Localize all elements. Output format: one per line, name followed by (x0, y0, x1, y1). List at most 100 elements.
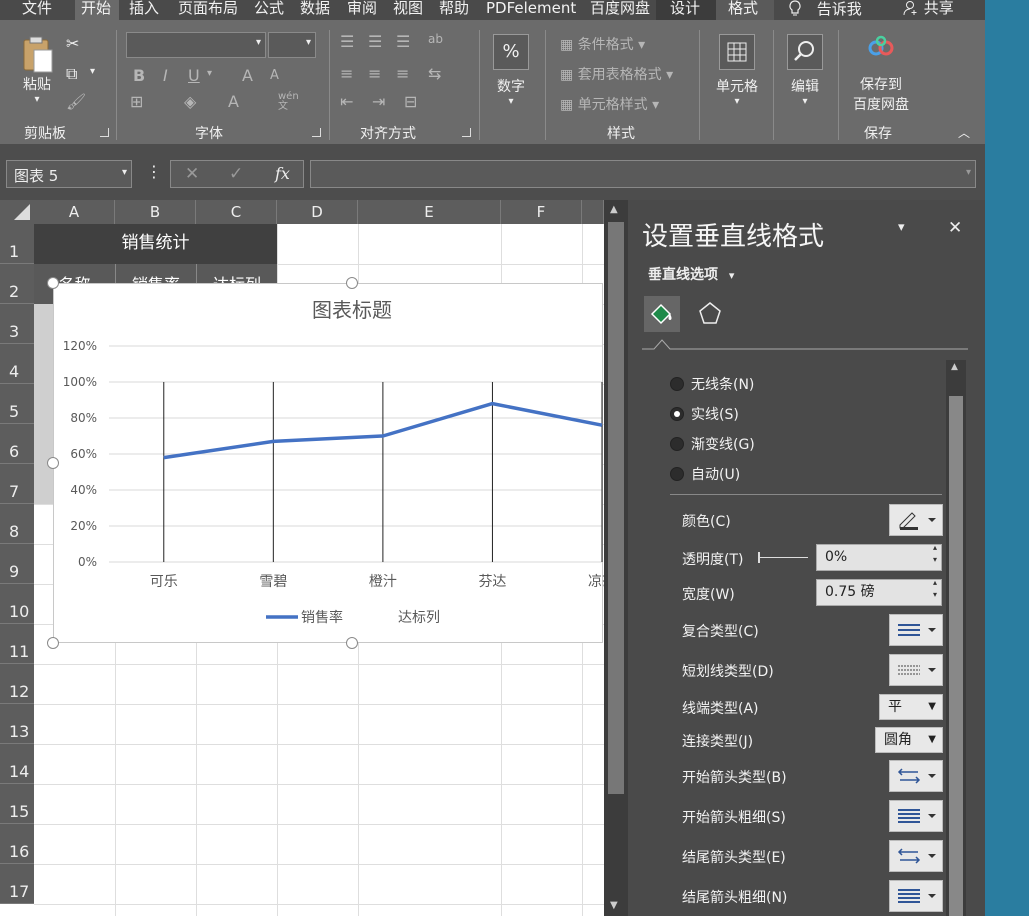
col-header-f[interactable]: F (501, 200, 582, 224)
tab-review[interactable]: 审阅 (347, 0, 377, 20)
radio-automatic[interactable] (670, 467, 684, 481)
name-box-dropdown-icon[interactable]: ▾ (122, 167, 127, 178)
font-name-box[interactable]: ▾ (126, 32, 266, 58)
vertical-scrollbar[interactable]: ▲ ▼ (604, 200, 628, 916)
tab-file[interactable]: 文件 (22, 0, 52, 20)
effects-tab[interactable] (694, 298, 726, 330)
resize-handle-top-left[interactable] (47, 277, 59, 289)
align-left-icon[interactable]: ≡ (340, 64, 353, 83)
increase-indent-icon[interactable]: ⇥ (372, 92, 385, 111)
row-header-17[interactable]: 17 (0, 864, 34, 904)
tab-home[interactable]: 开始 (75, 0, 119, 20)
row-header-3[interactable]: 3 (0, 304, 34, 344)
row-header-11[interactable]: 11 (0, 624, 34, 664)
more-options-icon[interactable]: ⋮ (146, 162, 162, 181)
transparency-spinner[interactable]: 0% ▴ ▾ (816, 543, 942, 571)
orientation-icon[interactable]: ab (428, 32, 443, 46)
wrap-text-icon[interactable]: ⇆ (428, 64, 441, 83)
row-header-8[interactable]: 8 (0, 504, 34, 544)
tab-format[interactable]: 格式 (716, 0, 774, 20)
row-header-9[interactable]: 9 (0, 544, 34, 584)
dash-type-button[interactable] (889, 654, 943, 686)
format-painter-icon[interactable]: 🖌 (66, 92, 86, 111)
chart-title[interactable]: 图表标题 (312, 298, 392, 322)
spinner-arrows-icon[interactable]: ▴ ▾ (933, 577, 937, 601)
resize-handle-bottom-left[interactable] (47, 637, 59, 649)
tab-help[interactable]: 帮助 (439, 0, 469, 20)
italic-icon[interactable]: I (163, 66, 168, 85)
bold-icon[interactable]: B (133, 66, 145, 85)
row-header-14[interactable]: 14 (0, 744, 34, 784)
phonetic-icon[interactable]: wén 文 (278, 92, 299, 112)
scroll-down-icon[interactable]: ▼ (610, 900, 618, 911)
border-icon[interactable]: ⊞ (130, 92, 143, 111)
number-format-button[interactable]: % 数字 ▾ (488, 34, 534, 107)
collapse-ribbon-icon[interactable]: ︿ (958, 124, 970, 141)
row-header-5[interactable]: 5 (0, 384, 34, 424)
row-header-15[interactable]: 15 (0, 784, 34, 824)
col-header-e[interactable]: E (358, 200, 501, 224)
grow-font-icon[interactable]: A (242, 66, 253, 85)
tab-baidu[interactable]: 百度网盘 (590, 0, 650, 20)
insert-function-icon[interactable]: fx (275, 164, 290, 183)
format-as-table-button[interactable]: ▦ 套用表格格式 ▾ (560, 64, 673, 84)
compound-type-button[interactable] (889, 614, 943, 646)
col-header-a[interactable]: A (34, 200, 115, 224)
row-header-4[interactable]: 4 (0, 344, 34, 384)
align-middle-icon[interactable]: ☰ (368, 32, 382, 51)
editing-button[interactable]: 编辑 ▾ (782, 34, 828, 107)
save-to-baidu-button[interactable]: 保存到 百度网盘 (846, 34, 916, 114)
name-box[interactable]: 图表 5 ▾ (6, 160, 132, 188)
width-spinner[interactable]: 0.75 磅 ▴ ▾ (816, 577, 942, 606)
alignment-launcher-icon[interactable] (462, 128, 471, 137)
row-header-2[interactable]: 2 (0, 264, 34, 304)
begin-arrow-type-button[interactable] (889, 760, 943, 792)
cut-icon[interactable]: ✂ (66, 34, 79, 53)
close-pane-icon[interactable]: ✕ (948, 218, 962, 238)
align-bottom-icon[interactable]: ☰ (396, 32, 410, 51)
radio-solid-line[interactable] (670, 407, 684, 421)
shrink-font-icon[interactable]: A (270, 68, 279, 83)
options-selector[interactable]: 垂直线选项 ▾ (648, 264, 734, 284)
row-header-13[interactable]: 13 (0, 704, 34, 744)
select-all-button[interactable] (0, 200, 34, 224)
radio-no-line[interactable] (670, 377, 684, 391)
tab-pdfelement[interactable]: PDFelement (486, 0, 576, 20)
paste-button[interactable]: 粘贴 ▾ (16, 34, 58, 105)
fill-line-tab[interactable] (644, 296, 680, 332)
tab-view[interactable]: 视图 (393, 0, 423, 20)
fill-color-icon[interactable]: ◈ (184, 92, 196, 111)
legend-label-target[interactable]: 达标列 (398, 610, 440, 626)
pane-scrollbar[interactable]: ▲ (946, 360, 966, 916)
col-header-b[interactable]: B (115, 200, 196, 224)
join-type-select[interactable]: 圆角 ▼ (875, 727, 943, 753)
row-header-12[interactable]: 12 (0, 664, 34, 704)
formula-input[interactable]: ▾ (310, 160, 976, 188)
align-top-icon[interactable]: ☰ (340, 32, 354, 51)
transparency-slider[interactable] (758, 552, 808, 563)
merge-center-icon[interactable]: ⊟ (404, 92, 417, 111)
underline-dropdown-icon[interactable]: ▾ (207, 68, 212, 79)
row-header-6[interactable]: 6 (0, 424, 34, 464)
tab-design[interactable]: 设计 (656, 0, 716, 20)
pane-scroll-thumb[interactable] (949, 396, 963, 916)
tab-data[interactable]: 数据 (300, 0, 330, 20)
color-picker-button[interactable] (889, 504, 943, 536)
end-arrow-type-button[interactable] (889, 840, 943, 872)
end-arrow-size-button[interactable] (889, 880, 943, 912)
align-center-icon[interactable]: ≡ (368, 64, 381, 83)
legend-label-sales-rate[interactable]: 销售率 (301, 609, 343, 626)
font-color-icon[interactable]: A (228, 92, 239, 111)
row-header-1[interactable]: 1 (0, 224, 34, 264)
copy-dropdown-icon[interactable]: ▾ (90, 66, 95, 77)
share-button[interactable]: 共享 (903, 0, 954, 20)
scroll-up-icon[interactable]: ▲ (610, 204, 618, 215)
merged-title-cell[interactable]: 销售统计 (34, 224, 277, 264)
pane-options-dropdown-icon[interactable]: ▾ (898, 220, 905, 235)
conditional-format-button[interactable]: ▦ 条件格式 ▾ (560, 34, 645, 54)
enter-icon[interactable]: ✓ (229, 164, 243, 184)
begin-arrow-size-button[interactable] (889, 800, 943, 832)
scroll-up-icon[interactable]: ▲ (951, 362, 958, 372)
tell-me[interactable]: 告诉我 (788, 0, 862, 20)
col-header-g[interactable] (582, 200, 604, 224)
